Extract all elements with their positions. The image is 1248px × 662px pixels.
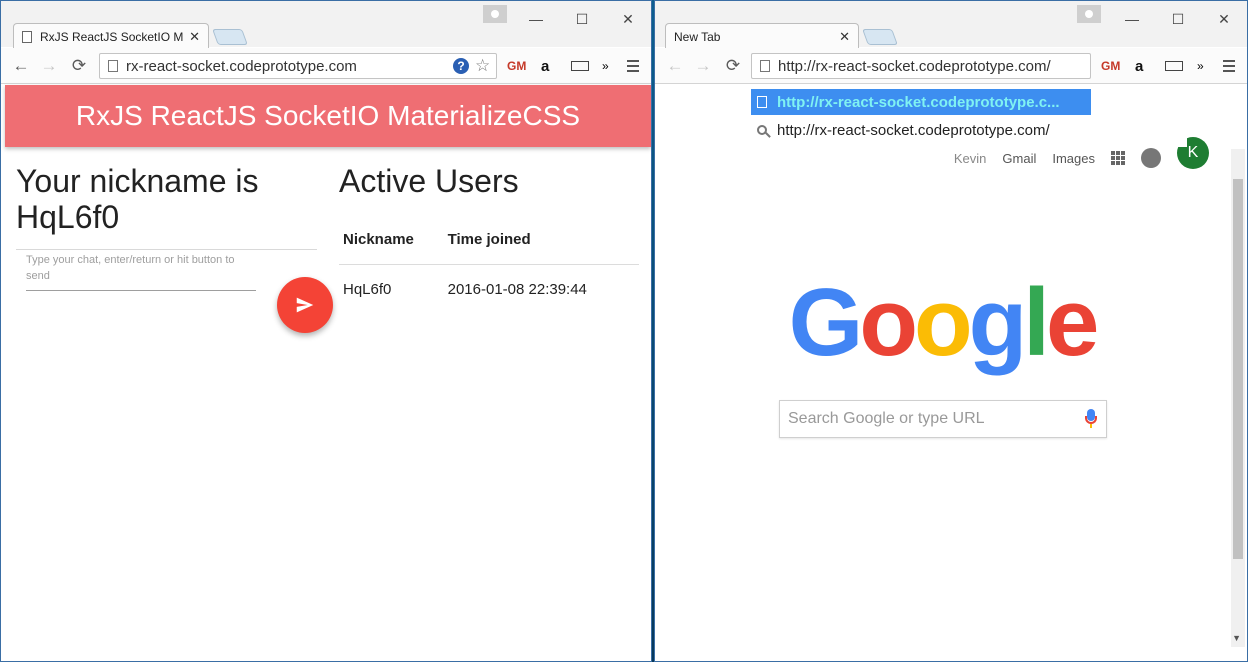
table-row: HqL6f0 2016-01-08 22:39:44 [339, 265, 639, 315]
nickname-heading: Your nickname is HqL6f0 [16, 163, 259, 235]
maximize-icon[interactable]: ☐ [1155, 7, 1201, 31]
user-nickname-cell: HqL6f0 [343, 281, 392, 298]
google-logo: Google [655, 273, 1229, 373]
back-icon[interactable]: ← [11, 56, 31, 76]
gmail-link[interactable]: Gmail [1002, 151, 1036, 166]
menu-icon[interactable] [1223, 57, 1235, 75]
new-tab-button[interactable] [862, 29, 898, 45]
logo-letter: e [1045, 269, 1099, 376]
extensions-overflow-icon[interactable]: » [602, 57, 609, 75]
close-icon[interactable]: ✕ [605, 7, 651, 31]
suggestion-item-selected[interactable]: http://rx-react-socket.codeprototype.c..… [751, 89, 1091, 115]
browser-window-right: — ☐ ✕ New Tab ✕ ← → ⟳ http://rx-react-so… [654, 0, 1248, 662]
new-tab-button[interactable] [212, 29, 248, 45]
app-header: RxJS ReactJS SocketIO MaterializeCSS [5, 85, 651, 147]
tab-active[interactable]: New Tab ✕ [665, 23, 859, 49]
user-time-cell: 2016-01-08 22:39:44 [447, 281, 587, 298]
back-icon[interactable]: ← [665, 56, 685, 76]
help-icon[interactable]: ? [453, 57, 469, 75]
browser-toolbar: ← → ⟳ rx-react-socket.codeprototype.com … [1, 48, 651, 84]
suggestion-text: http://rx-react-socket.codeprototype.com… [777, 121, 1050, 139]
page-icon [760, 60, 770, 72]
column-header-nickname: Nickname [339, 217, 444, 265]
logo-letter: g [968, 269, 1028, 376]
forward-icon[interactable]: → [39, 56, 59, 76]
google-search-input[interactable] [788, 410, 1084, 428]
window-controls: — ☐ ✕ [513, 7, 651, 31]
titlebar: — ☐ ✕ RxJS ReactJS SocketIO Ma ✕ [1, 1, 651, 49]
maximize-icon[interactable]: ☐ [559, 7, 605, 31]
images-link[interactable]: Images [1052, 151, 1095, 166]
column-header-time-joined: Time joined [443, 217, 639, 265]
ruler-extension-icon[interactable] [571, 57, 589, 75]
minimize-icon[interactable]: — [1109, 7, 1155, 31]
google-search-box[interactable] [779, 400, 1107, 438]
reload-icon[interactable]: ⟳ [69, 56, 89, 76]
users-table: Nickname Time joined HqL6f0 2016-01-08 2… [339, 217, 639, 314]
search-icon [757, 125, 767, 135]
user-name-link[interactable]: Kevin [954, 151, 987, 166]
new-tab-page: Kevin Gmail Images K Google [655, 137, 1229, 661]
tab-title: New Tab [674, 29, 721, 44]
tab-close-icon[interactable]: ✕ [189, 29, 200, 45]
suggestion-item[interactable]: http://rx-react-socket.codeprototype.com… [751, 117, 1050, 143]
minimize-icon[interactable]: — [513, 7, 559, 31]
apps-grid-icon[interactable] [1111, 151, 1125, 165]
logo-letter: G [788, 269, 864, 376]
table-header-row: Nickname Time joined [339, 217, 639, 265]
send-button[interactable] [277, 277, 333, 333]
page-icon [108, 60, 118, 72]
profile-icon[interactable] [1077, 5, 1101, 23]
amazon-extension-icon[interactable]: a [541, 57, 549, 75]
reload-icon[interactable]: ⟳ [723, 56, 743, 76]
tab-close-icon[interactable]: ✕ [839, 29, 850, 45]
suggestion-text: http://rx-react-socket.codeprototype.c..… [777, 93, 1060, 111]
browser-toolbar: ← → ⟳ http://rx-react-socket.codeprototy… [655, 48, 1247, 84]
notifications-bell-icon[interactable] [1141, 148, 1161, 168]
address-bar[interactable]: http://rx-react-socket.codeprototype.com… [751, 53, 1091, 79]
logo-letter: o [859, 269, 918, 376]
scroll-down-icon[interactable]: ▼ [1232, 633, 1241, 643]
gmail-extension-icon[interactable]: GM [1101, 57, 1120, 75]
amazon-extension-icon[interactable]: a [1135, 57, 1143, 75]
page-icon [22, 30, 32, 43]
divider [16, 249, 317, 250]
scrollbar-thumb[interactable] [1233, 179, 1243, 559]
tab-title: RxJS ReactJS SocketIO Ma [40, 29, 184, 44]
tab-active[interactable]: RxJS ReactJS SocketIO Ma ✕ [13, 23, 209, 49]
logo-letter: l [1023, 269, 1050, 376]
browser-window-left: — ☐ ✕ RxJS ReactJS SocketIO Ma ✕ ← → ⟳ r… [0, 0, 652, 662]
bookmark-star-icon[interactable]: ☆ [475, 56, 490, 75]
active-users-column: Active Users Nickname Time joined HqL6f0… [339, 163, 639, 314]
google-top-links: Kevin Gmail Images K [954, 137, 1209, 169]
address-bar[interactable]: rx-react-socket.codeprototype.com [99, 53, 497, 79]
forward-icon[interactable]: → [693, 56, 713, 76]
profile-icon[interactable] [483, 5, 507, 23]
menu-icon[interactable] [627, 57, 639, 75]
address-text: http://rx-react-socket.codeprototype.com… [778, 57, 1051, 75]
send-icon [296, 297, 314, 313]
gmail-extension-icon[interactable]: GM [507, 57, 526, 75]
microphone-icon[interactable] [1084, 409, 1098, 429]
page-icon [757, 96, 767, 108]
active-users-heading: Active Users [339, 163, 519, 199]
window-controls: — ☐ ✕ [1109, 7, 1247, 31]
omnibox-suggestions: http://rx-react-socket.codeprototype.c..… [751, 85, 1187, 147]
scrollbar[interactable]: ▼ [1231, 149, 1245, 647]
close-icon[interactable]: ✕ [1201, 7, 1247, 31]
address-text: rx-react-socket.codeprototype.com [126, 57, 357, 75]
titlebar: — ☐ ✕ New Tab ✕ [655, 1, 1247, 49]
app-page: RxJS ReactJS SocketIO MaterializeCSS You… [5, 85, 651, 661]
logo-letter: o [913, 269, 973, 376]
ruler-extension-icon[interactable] [1165, 57, 1183, 75]
chat-input[interactable] [26, 261, 256, 291]
extensions-overflow-icon[interactable]: » [1197, 57, 1204, 75]
